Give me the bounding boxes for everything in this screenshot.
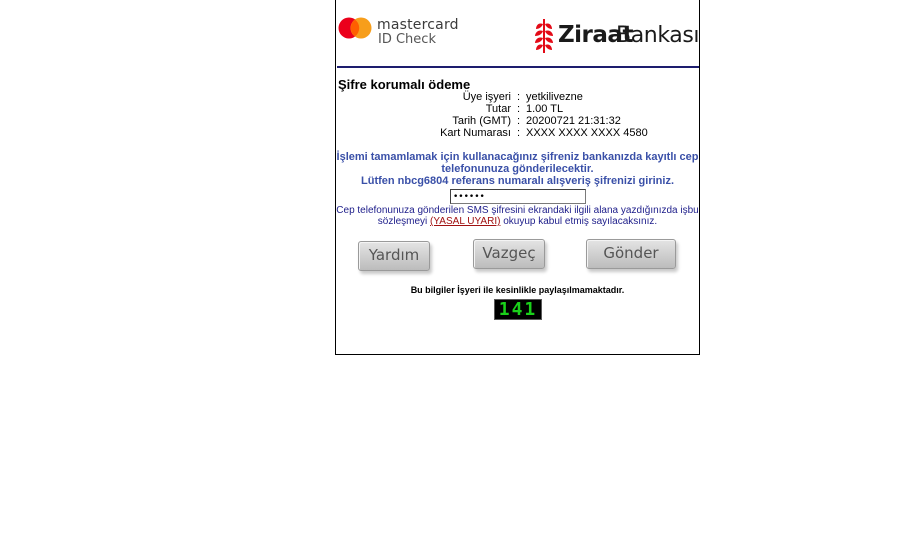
ziraat-wheat-icon	[535, 19, 553, 53]
header: mastercard ID Check Ziraat Bankası	[336, 0, 700, 66]
card-number-value: XXXX XXXX XXXX 4580	[526, 127, 648, 139]
send-button[interactable]: Gönder	[586, 239, 676, 269]
sms-password-input[interactable]	[450, 189, 586, 204]
amount-value: 1.00 TL	[526, 103, 564, 115]
card-number-label: Kart Numarası	[440, 127, 511, 139]
transaction-info: Üye işyeri : yetkilivezne Tutar : 1.00 T…	[336, 91, 699, 139]
header-divider	[337, 66, 699, 68]
date-value: 20200721 21:31:32	[526, 115, 621, 127]
ziraat-bankasi-logo: Ziraat Bankası	[534, 18, 700, 54]
mastercard-wordmark: mastercard	[377, 17, 459, 33]
reference-instruction: Lütfen nbcg6804 referans numaralı alışve…	[361, 175, 674, 187]
info-row-amount: Tutar : 1.00 TL	[336, 103, 699, 115]
date-label: Tarih (GMT)	[452, 115, 511, 127]
countdown-timer: 141	[494, 299, 542, 320]
separator: :	[517, 103, 521, 115]
bankasi-wordmark: Bankası	[616, 23, 700, 48]
separator: :	[517, 91, 521, 103]
legal-warning-link[interactable]: (YASAL UYARI)	[430, 216, 500, 227]
legal-notice: Cep telefonunuza gönderilen SMS şifresin…	[336, 205, 699, 227]
cancel-button[interactable]: Vazgeç	[473, 239, 545, 269]
amount-label: Tutar	[485, 103, 511, 115]
info-row-merchant: Üye işyeri : yetkilivezne	[336, 91, 699, 103]
sms-info-message: İşlemi tamamlamak için kullanacağınız şi…	[336, 151, 699, 175]
help-button[interactable]: Yardım	[358, 241, 430, 271]
legal-text-after: okuyup kabul etmiş sayılacaksınız.	[500, 216, 658, 227]
info-row-date: Tarih (GMT) : 20200721 21:31:32	[336, 115, 699, 127]
payment-frame: mastercard ID Check Ziraat Bankası Şifre…	[335, 0, 700, 355]
mastercard-id-check-logo: mastercard ID Check	[338, 16, 459, 48]
info-row-card: Kart Numarası : XXXX XXXX XXXX 4580	[336, 127, 699, 139]
page-title: Şifre korumalı ödeme	[338, 77, 471, 92]
privacy-notice: Bu bilgiler İşyeri ile kesinlikle paylaş…	[410, 285, 625, 295]
merchant-value: yetkilivezne	[526, 91, 583, 103]
separator: :	[517, 115, 521, 127]
separator: :	[517, 127, 521, 139]
merchant-label: Üye işyeri	[462, 91, 511, 103]
id-check-wordmark: ID Check	[378, 32, 436, 47]
mastercard-circles-icon	[338, 17, 372, 39]
